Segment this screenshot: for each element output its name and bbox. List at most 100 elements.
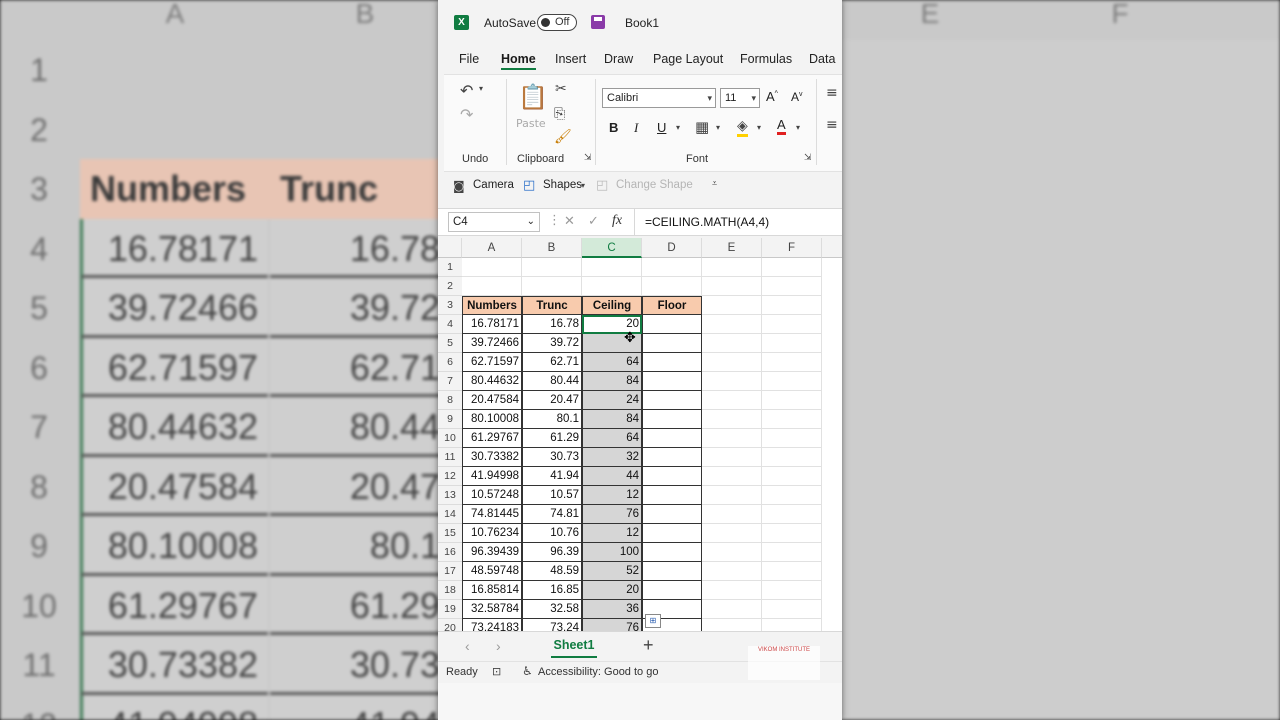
- grid-cell[interactable]: [762, 581, 822, 600]
- grid-cell[interactable]: [702, 258, 762, 277]
- number-cell[interactable]: 73.24183: [462, 619, 522, 631]
- floor-cell[interactable]: [642, 410, 702, 429]
- shrink-font-icon[interactable]: Av: [791, 90, 803, 104]
- ceiling-cell[interactable]: 12: [582, 486, 642, 505]
- ceiling-cell[interactable]: 12: [582, 524, 642, 543]
- column-header-c[interactable]: C: [582, 238, 642, 258]
- number-cell[interactable]: 32.58784: [462, 600, 522, 619]
- trunc-cell[interactable]: 74.81: [522, 505, 582, 524]
- row-header[interactable]: 6: [438, 353, 462, 372]
- trunc-cell[interactable]: 62.71: [522, 353, 582, 372]
- grid-cell[interactable]: [762, 467, 822, 486]
- floor-cell[interactable]: [642, 372, 702, 391]
- row-header[interactable]: 9: [438, 410, 462, 429]
- grid-cell[interactable]: [762, 315, 822, 334]
- row-header[interactable]: 18: [438, 581, 462, 600]
- header-cell-numbers[interactable]: Numbers: [462, 296, 522, 315]
- grid-cell[interactable]: [702, 296, 762, 315]
- grid-cell[interactable]: [762, 410, 822, 429]
- paste-icon[interactable]: 📋: [518, 83, 548, 111]
- insert-function-icon[interactable]: fx: [612, 213, 622, 229]
- ceiling-cell[interactable]: 24: [582, 391, 642, 410]
- floor-cell[interactable]: [642, 429, 702, 448]
- number-cell[interactable]: 10.76234: [462, 524, 522, 543]
- column-header-e[interactable]: E: [702, 238, 762, 258]
- font-name-combo[interactable]: Calibri ▾: [602, 88, 716, 108]
- column-header-a[interactable]: A: [462, 238, 522, 258]
- grid-cell[interactable]: [762, 334, 822, 353]
- trunc-cell[interactable]: 61.29: [522, 429, 582, 448]
- grid-cell[interactable]: [762, 353, 822, 372]
- row-header[interactable]: 5: [438, 334, 462, 353]
- underline-dropdown-icon[interactable]: ▾: [676, 123, 680, 132]
- name-box[interactable]: C4 ⌄: [448, 212, 540, 232]
- row-header[interactable]: 19: [438, 600, 462, 619]
- number-cell[interactable]: 80.44632: [462, 372, 522, 391]
- grid-cell[interactable]: [762, 524, 822, 543]
- grid-cell[interactable]: [702, 600, 762, 619]
- cancel-icon[interactable]: ✕: [564, 213, 575, 229]
- floor-cell[interactable]: [642, 505, 702, 524]
- font-color-icon[interactable]: A: [777, 118, 786, 135]
- grid-cell[interactable]: [522, 258, 582, 277]
- floor-cell[interactable]: [642, 334, 702, 353]
- number-cell[interactable]: 48.59748: [462, 562, 522, 581]
- grid-cell[interactable]: [702, 505, 762, 524]
- row-header[interactable]: 3: [438, 296, 462, 315]
- grid-cell[interactable]: [702, 353, 762, 372]
- autosave-toggle[interactable]: Off: [537, 14, 577, 31]
- trunc-cell[interactable]: 16.85: [522, 581, 582, 600]
- grid-cell[interactable]: [702, 448, 762, 467]
- trunc-cell[interactable]: 96.39: [522, 543, 582, 562]
- grid-cell[interactable]: [762, 258, 822, 277]
- ceiling-cell[interactable]: 44: [582, 467, 642, 486]
- grid-cell[interactable]: [762, 372, 822, 391]
- undo-icon[interactable]: ↶: [460, 81, 473, 100]
- borders-dropdown-icon[interactable]: ▾: [716, 123, 720, 132]
- number-cell[interactable]: 30.73382: [462, 448, 522, 467]
- fill-dropdown-icon[interactable]: ▾: [757, 123, 761, 132]
- floor-cell[interactable]: [642, 448, 702, 467]
- font-dialog-launcher-icon[interactable]: ⇲: [804, 153, 812, 163]
- trunc-cell[interactable]: 20.47: [522, 391, 582, 410]
- formula-input[interactable]: =CEILING.MATH(A4,4): [634, 209, 842, 235]
- undo-dropdown-icon[interactable]: ▾: [479, 84, 483, 93]
- trunc-cell[interactable]: 48.59: [522, 562, 582, 581]
- status-accessibility[interactable]: Accessibility: Good to go: [538, 666, 658, 678]
- tab-formulas[interactable]: Formulas: [740, 52, 792, 66]
- header-cell-floor[interactable]: Floor: [642, 296, 702, 315]
- sheet-tab-sheet1[interactable]: Sheet1: [551, 634, 597, 658]
- save-icon[interactable]: [591, 15, 605, 29]
- number-cell[interactable]: 16.78171: [462, 315, 522, 334]
- grid-cell[interactable]: [702, 562, 762, 581]
- number-cell[interactable]: 74.81445: [462, 505, 522, 524]
- tab-insert[interactable]: Insert: [555, 52, 586, 66]
- row-header[interactable]: 15: [438, 524, 462, 543]
- grid-cell[interactable]: [702, 334, 762, 353]
- enter-icon[interactable]: ✓: [588, 213, 599, 229]
- borders-icon[interactable]: ▦: [695, 118, 709, 136]
- grid-cell[interactable]: [522, 277, 582, 296]
- font-size-combo[interactable]: 11 ▾: [720, 88, 760, 108]
- row-header[interactable]: 14: [438, 505, 462, 524]
- grid-cell[interactable]: [462, 258, 522, 277]
- align-icon[interactable]: ≡: [826, 117, 838, 133]
- number-cell[interactable]: 62.71597: [462, 353, 522, 372]
- prev-sheet-icon[interactable]: ‹: [465, 638, 470, 654]
- grid-cell[interactable]: [762, 296, 822, 315]
- grid-cell[interactable]: [762, 277, 822, 296]
- trunc-cell[interactable]: 73.24: [522, 619, 582, 631]
- camera-button[interactable]: Camera: [473, 179, 514, 191]
- number-cell[interactable]: 39.72466: [462, 334, 522, 353]
- customize-qat-icon[interactable]: ⩡: [712, 179, 717, 189]
- floor-cell[interactable]: [642, 524, 702, 543]
- header-cell-trunc[interactable]: Trunc: [522, 296, 582, 315]
- ceiling-cell[interactable]: 64: [582, 353, 642, 372]
- grid-cell[interactable]: [642, 258, 702, 277]
- ceiling-cell[interactable]: 64: [582, 429, 642, 448]
- row-header[interactable]: 2: [438, 277, 462, 296]
- floor-cell[interactable]: [642, 543, 702, 562]
- paste-label[interactable]: Paste: [516, 117, 546, 130]
- macro-record-icon[interactable]: ⊡: [492, 665, 501, 678]
- grid-cell[interactable]: [702, 619, 762, 631]
